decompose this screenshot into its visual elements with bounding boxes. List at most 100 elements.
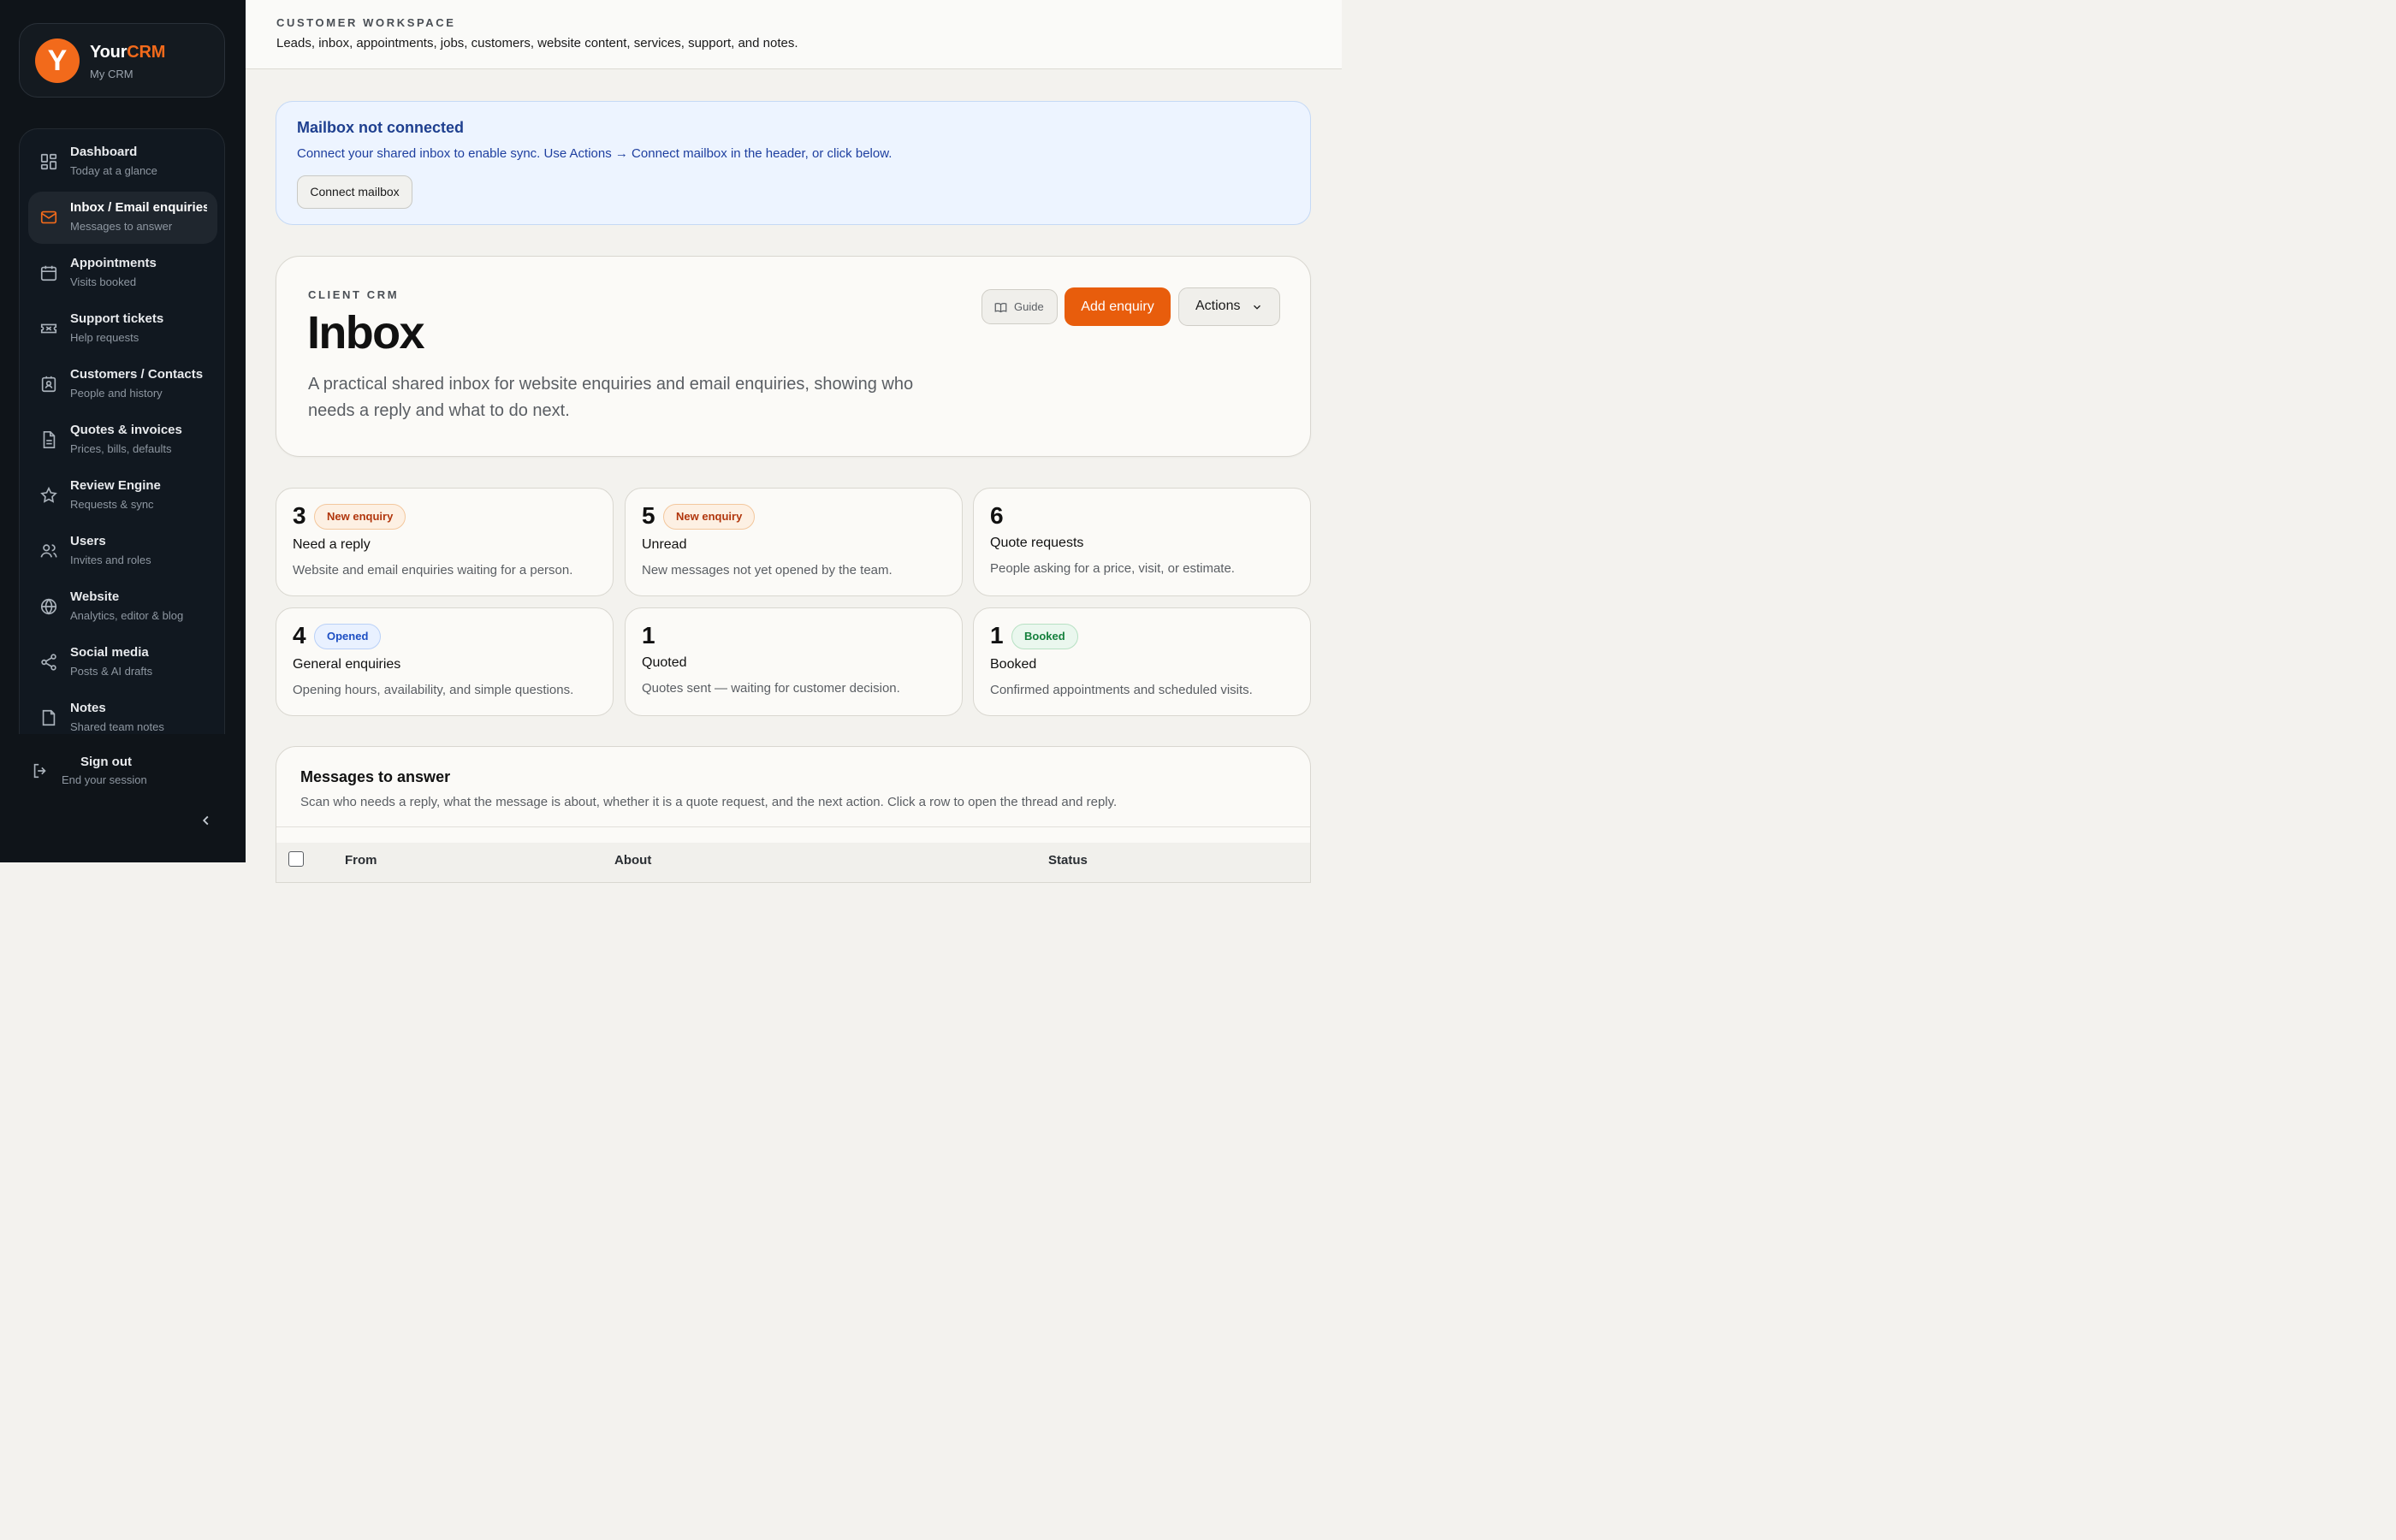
sidebar-item-support-tickets[interactable]: Support tickets Help requests [28, 303, 217, 355]
sidebar-item-inbox[interactable]: Inbox / Email enquiries Messages to answ… [28, 192, 217, 244]
document-icon [39, 430, 58, 449]
sidebar-item-subtitle: Invites and roles [70, 554, 151, 566]
stat-card-unread[interactable]: 5 New enquiry Unread New messages not ye… [625, 488, 963, 596]
sidebar-item-title: Users [70, 534, 106, 548]
dashboard-icon [39, 152, 58, 171]
sidebar-item-title: Quotes & invoices [70, 423, 182, 437]
sidebar-item-title: Appointments [70, 256, 157, 270]
stat-number: 5 [642, 502, 655, 529]
sidebar-item-social-media[interactable]: Social media Posts & AI drafts [28, 637, 217, 689]
collapse-sidebar-button[interactable] [197, 811, 216, 830]
inbox-hero-card: CLIENT CRM Inbox A practical shared inbo… [276, 256, 1311, 457]
sidebar-nav: Dashboard Today at a glance Inbox / Emai… [19, 128, 225, 734]
column-header-from[interactable]: From [345, 853, 377, 868]
stat-card-quote-requests[interactable]: 6 Quote requests People asking for a pri… [973, 488, 1311, 596]
sidebar-item-notes[interactable]: Notes Shared team notes [28, 692, 217, 734]
alert-title: Mailbox not connected [297, 119, 465, 136]
stat-label: Need a reply [293, 537, 371, 552]
stat-number: 1 [642, 622, 655, 649]
chevron-left-icon [202, 815, 209, 826]
status-badge: Booked [1011, 624, 1078, 649]
sidebar-item-users[interactable]: Users Invites and roles [28, 525, 217, 578]
stat-number: 1 [990, 622, 1004, 649]
messages-table: From About Status [276, 826, 1310, 882]
ticket-icon [39, 319, 58, 338]
messages-panel: Messages to answer Scan who needs a repl… [276, 746, 1311, 883]
messages-description: Scan who needs a reply, what the message… [300, 795, 1118, 809]
brand-card[interactable]: Y YourCRM My CRM [19, 23, 225, 98]
guide-button-label: Guide [1014, 300, 1044, 313]
brand-name-accent: CRM [127, 43, 166, 62]
brand-name: YourCRM [90, 43, 165, 62]
messages-title: Messages to answer [300, 768, 451, 785]
stat-description: Quotes sent — waiting for customer decis… [642, 681, 900, 696]
top-header: CUSTOMER WORKSPACE Leads, inbox, appoint… [246, 0, 1342, 69]
column-header-about[interactable]: About [614, 853, 651, 868]
sign-out-button[interactable]: Sign out End your session [19, 747, 225, 798]
stat-card-quoted[interactable]: 1 Quoted Quotes sent — waiting for custo… [625, 607, 963, 716]
mailbox-alert: Mailbox not connected Connect your share… [276, 101, 1311, 225]
sidebar-item-subtitle: Today at a glance [70, 164, 157, 177]
stat-label: General enquiries [293, 657, 401, 672]
sidebar-item-quotes-invoices[interactable]: Quotes & invoices Prices, bills, default… [28, 414, 217, 466]
add-enquiry-button[interactable]: Add enquiry [1065, 287, 1171, 326]
stat-label: Booked [990, 657, 1037, 672]
mail-icon [39, 208, 58, 227]
stat-card-need-reply[interactable]: 3 New enquiry Need a reply Website and e… [276, 488, 614, 596]
stat-card-booked[interactable]: 1 Booked Booked Confirmed appointments a… [973, 607, 1311, 716]
stat-number: 4 [293, 622, 306, 649]
sidebar-item-customers[interactable]: Customers / Contacts People and history [28, 358, 217, 411]
sidebar-item-dashboard[interactable]: Dashboard Today at a glance [28, 136, 217, 188]
alert-text: Connect your shared inbox to enable sync… [297, 146, 893, 161]
stat-number: 3 [293, 502, 306, 529]
column-header-status[interactable]: Status [1048, 853, 1088, 868]
table-header-row: From About Status [276, 843, 1310, 882]
brand-name-plain: Your [90, 43, 128, 62]
sidebar-item-subtitle: Visits booked [70, 275, 137, 288]
guide-button[interactable]: Guide [982, 289, 1058, 324]
stat-description: Confirmed appointments and scheduled vis… [990, 683, 1253, 697]
sidebar-item-review-engine[interactable]: Review Engine Requests & sync [28, 470, 217, 522]
sidebar-item-subtitle: Analytics, editor & blog [70, 609, 184, 622]
sidebar-item-title: Notes [70, 701, 106, 715]
stat-label: Quoted [642, 655, 687, 670]
sidebar-item-website[interactable]: Website Analytics, editor & blog [28, 581, 217, 633]
actions-button-label: Actions [1195, 299, 1241, 313]
status-badge: New enquiry [314, 504, 406, 530]
sidebar-item-subtitle: Requests & sync [70, 498, 154, 511]
sign-out-subtitle: End your session [62, 773, 147, 786]
page-description: A practical shared inbox for website enq… [308, 375, 914, 420]
status-badge: Opened [314, 624, 382, 649]
sidebar-item-title: Customers / Contacts [70, 367, 204, 382]
sidebar-item-title: Dashboard [70, 145, 138, 159]
sidebar-item-subtitle: Messages to answer [70, 220, 173, 233]
sidebar-item-subtitle: Posts & AI drafts [70, 665, 153, 678]
sidebar-item-title: Support tickets [70, 311, 164, 326]
users-icon [39, 542, 58, 560]
actions-dropdown-button[interactable]: Actions [1178, 287, 1280, 326]
logout-icon [31, 761, 50, 780]
book-icon [994, 303, 1007, 313]
brand-subtitle: My CRM [90, 68, 133, 80]
hero-eyebrow: CLIENT CRM [308, 288, 400, 301]
sidebar-item-subtitle: Prices, bills, defaults [70, 442, 172, 455]
chevron-down-icon [1254, 305, 1260, 310]
sidebar-item-title: Inbox / Email enquiries [70, 200, 207, 215]
note-icon [39, 708, 58, 727]
stat-label: Quote requests [990, 536, 1084, 550]
brand-logo: Y [35, 38, 80, 83]
connect-mailbox-button[interactable]: Connect mailbox [297, 175, 412, 209]
workspace-description: Leads, inbox, appointments, jobs, custom… [276, 36, 798, 50]
share-icon [39, 653, 58, 672]
sidebar-item-title: Social media [70, 645, 149, 660]
stat-card-general-enquiries[interactable]: 4 Opened General enquiries Opening hours… [276, 607, 614, 716]
sidebar-item-appointments[interactable]: Appointments Visits booked [28, 247, 217, 299]
stat-description: People asking for a price, visit, or est… [990, 561, 1235, 576]
sidebar-item-title: Website [70, 589, 120, 604]
status-badge: New enquiry [663, 504, 756, 530]
sidebar-item-subtitle: Shared team notes [70, 720, 164, 733]
select-all-checkbox[interactable] [288, 851, 304, 867]
calendar-icon [39, 264, 58, 282]
page-title: Inbox [307, 307, 425, 358]
workspace-eyebrow: CUSTOMER WORKSPACE [276, 16, 456, 29]
